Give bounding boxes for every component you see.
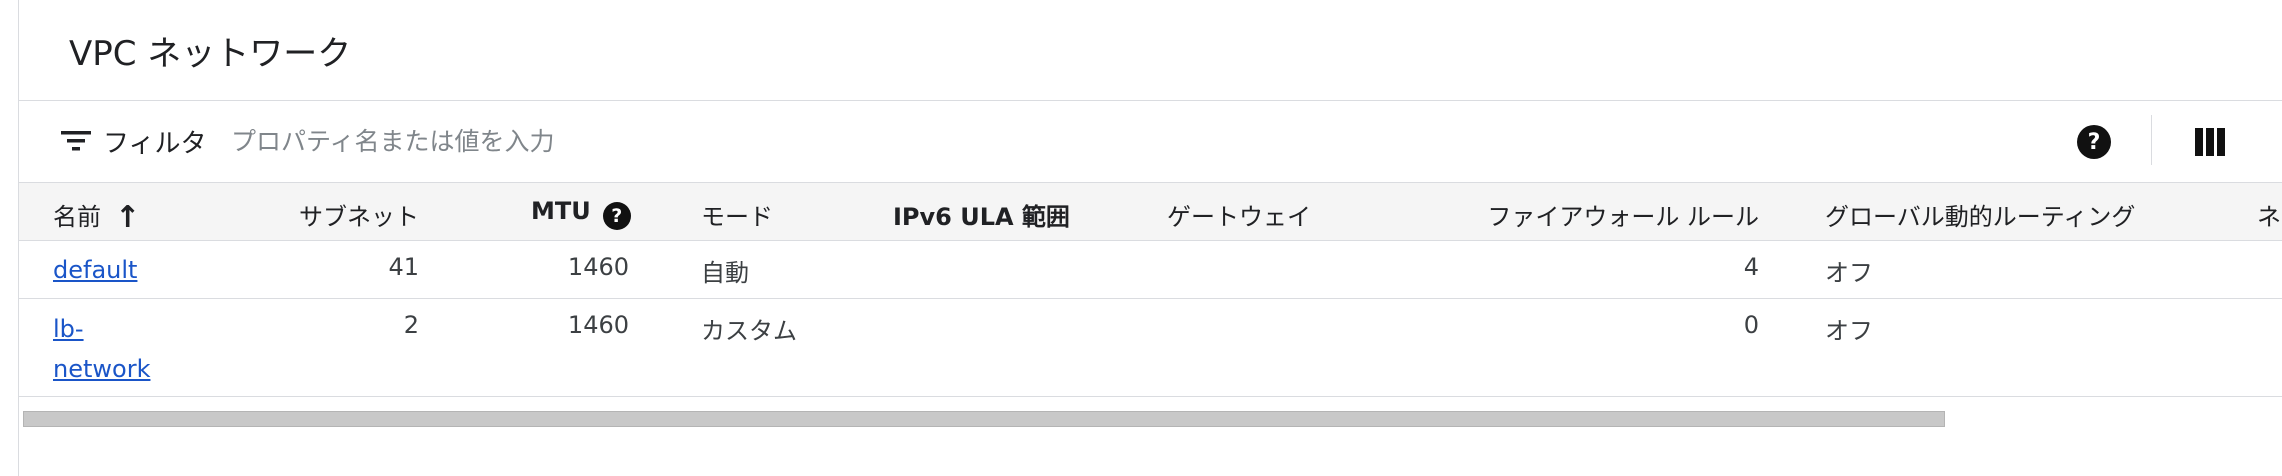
routing-value: オフ (1825, 317, 1873, 345)
title-bar: VPC ネットワーク (19, 0, 2282, 101)
page-title: VPC ネットワーク (69, 34, 352, 74)
filter-lines-icon[interactable] (61, 130, 91, 152)
filter-bar: フィルタ ? (19, 101, 2282, 183)
column-header-gateway[interactable]: ゲートウェイ (1167, 197, 1311, 232)
column-header-mode[interactable]: モード (701, 197, 773, 232)
column-header-subnets[interactable]: サブネット (219, 197, 419, 232)
column-header-global-dynamic-routing[interactable]: グローバル動的ルーティング (1825, 197, 2135, 232)
routing-value: オフ (1825, 259, 1873, 287)
subnets-count: 2 (403, 311, 419, 339)
mtu-value: 1460 (567, 311, 629, 339)
table-row: lb- network 2 1460 カスタム 0 オフ (19, 299, 2282, 397)
help-circle-icon[interactable]: ? (602, 202, 631, 230)
column-header-name[interactable]: 名前 ↑ (53, 197, 140, 235)
subnets-count: 41 (388, 253, 419, 281)
table-header: 名前 ↑ サブネット MTU? モード IPv6 ULA 範囲 ゲートウェイ ファ… (19, 183, 2282, 241)
column-header-firewall-rules[interactable]: ファイアウォール ルール (1459, 197, 1759, 232)
filter-input[interactable] (231, 121, 831, 161)
filter-label[interactable]: フィルタ (103, 123, 206, 160)
network-name-link[interactable]: lb- network (53, 309, 173, 389)
mode-value: カスタム (701, 317, 797, 345)
toolbar-divider (2151, 115, 2152, 165)
column-header-mtu[interactable]: MTU? (531, 197, 631, 230)
mtu-value: 1460 (567, 253, 629, 281)
networks-table: 名前 ↑ サブネット MTU? モード IPv6 ULA 範囲 ゲートウェイ ファ… (19, 183, 2282, 397)
sort-ascending-icon[interactable]: ↑ (115, 200, 140, 235)
column-header-ipv6-ula-range[interactable]: IPv6 ULA 範囲 (893, 197, 1070, 232)
firewall-rules-count: 4 (1743, 253, 1759, 281)
help-circle-icon[interactable]: ? (2077, 125, 2111, 159)
column-header-truncated[interactable]: ネ (2257, 197, 2281, 232)
column-display-icon[interactable] (2195, 128, 2225, 156)
mode-value: 自動 (701, 259, 749, 287)
network-name-link[interactable]: default (53, 250, 137, 290)
vpc-networks-panel: VPC ネットワーク フィルタ ? 名前↑ サブネット MTU? モード IPv… (18, 0, 2282, 476)
table-row: default 41 1460 自動 4 オフ (19, 241, 2282, 299)
firewall-rules-count: 0 (1743, 311, 1759, 339)
horizontal-scrollbar[interactable] (23, 411, 1945, 427)
